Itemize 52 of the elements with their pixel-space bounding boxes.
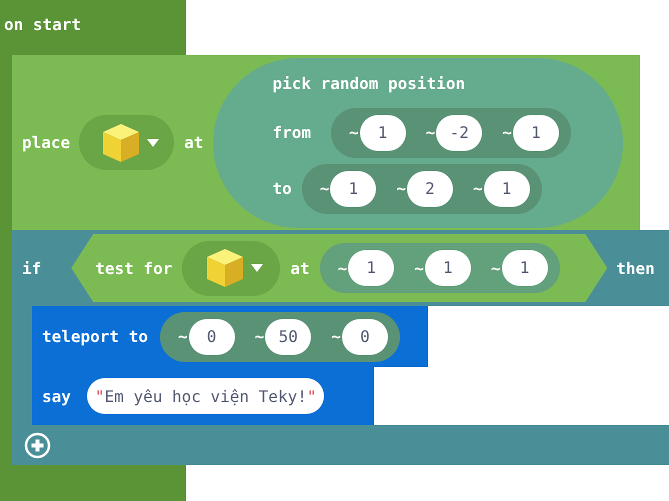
block-label: to <box>272 179 292 198</box>
cube-icon <box>100 122 141 164</box>
tilde-label: ~ <box>396 179 406 198</box>
teleport-block[interactable]: teleport to ~ 0 ~ 50 ~ 0 <box>32 306 428 367</box>
message-text: Em yêu học viện Teky! <box>104 386 307 406</box>
random-position-block[interactable]: pick random position from ~ 1 ~ -2 ~ 1 to ~ 1 ~ 2 ~ 1 <box>213 58 624 228</box>
block-label: at <box>184 133 204 152</box>
number-field[interactable]: 1 <box>360 114 406 150</box>
quote-mark: " <box>94 386 105 406</box>
tilde-label: ~ <box>338 258 348 278</box>
block-label: test for <box>95 258 172 278</box>
on-start-block[interactable]: on start <box>0 0 186 55</box>
block-label: then <box>616 258 655 278</box>
tilde-label: ~ <box>472 179 483 198</box>
block-label: on start <box>4 14 82 36</box>
number-field[interactable]: -2 <box>436 114 482 150</box>
tilde-label: ~ <box>331 327 341 346</box>
block-label: pick random position <box>272 72 466 94</box>
tilde-label: ~ <box>414 258 424 278</box>
tilde-label: ~ <box>502 123 512 142</box>
caret-icon <box>251 264 264 272</box>
block-label: from <box>272 123 311 142</box>
number-field[interactable]: 1 <box>512 114 559 150</box>
add-icon[interactable] <box>24 432 51 458</box>
number-field[interactable]: 2 <box>406 170 453 206</box>
tilde-label: ~ <box>320 179 330 198</box>
caret-icon <box>146 138 159 146</box>
tilde-label: ~ <box>348 123 359 142</box>
test-for-block[interactable]: test for at ~ 1 ~ 1 ~ 1 <box>71 234 608 302</box>
say-block[interactable]: say "Em yêu học viện Teky!" <box>32 367 374 425</box>
number-field[interactable]: 1 <box>502 250 548 286</box>
block-label: at <box>290 258 310 278</box>
number-field[interactable]: 0 <box>342 318 388 354</box>
tilde-label: ~ <box>254 327 264 346</box>
block-label: teleport to <box>42 327 148 346</box>
if-block[interactable]: if test for at ~ 1 ~ 1 ~ 1 then <box>12 230 669 306</box>
block-label: place <box>22 133 70 152</box>
tilde-label: ~ <box>178 327 188 346</box>
block-label: if <box>22 258 42 278</box>
number-field[interactable]: 1 <box>424 250 471 286</box>
cube-icon <box>205 247 246 289</box>
number-field[interactable]: 50 <box>265 318 312 354</box>
text-field[interactable]: "Em yêu học viện Teky!" <box>86 378 324 414</box>
number-field[interactable]: 0 <box>188 318 235 354</box>
number-field[interactable]: 1 <box>348 250 394 286</box>
block-label: say <box>42 386 71 406</box>
tilde-label: ~ <box>490 258 501 278</box>
number-field[interactable]: 1 <box>484 170 530 206</box>
tilde-label: ~ <box>426 123 436 142</box>
quote-mark: " <box>306 386 316 406</box>
number-field[interactable]: 1 <box>330 170 376 206</box>
place-block[interactable]: place at pick random position from ~ 1 ~ -2 ~ 1 to ~ 1 ~ 2 ~ 1 <box>12 55 640 230</box>
